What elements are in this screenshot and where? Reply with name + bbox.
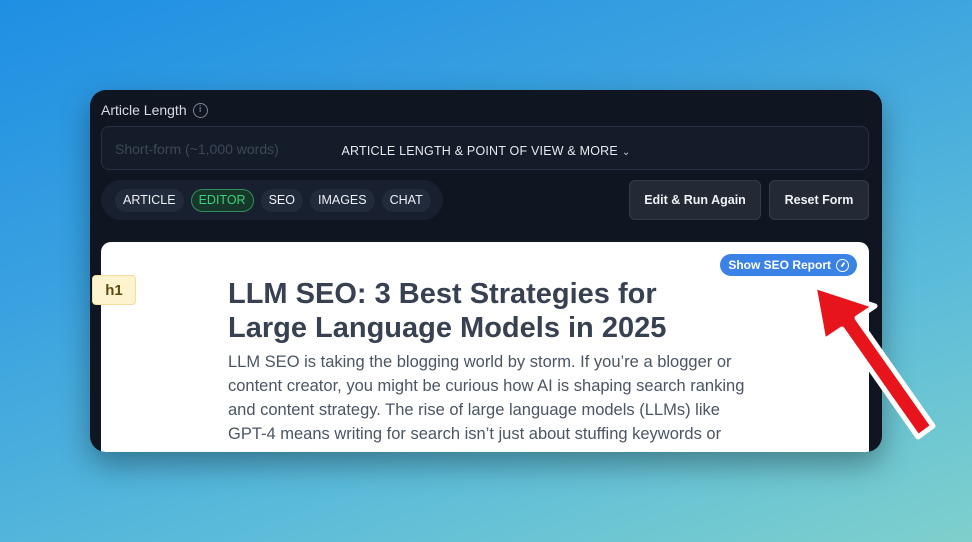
article-intro[interactable]: LLM SEO is taking the blogging world by … (228, 350, 748, 446)
editor-panel: Article Length i Short-form (~1,000 word… (90, 90, 882, 452)
annotation-arrow-icon (811, 283, 936, 440)
article-length-text: Article Length (101, 102, 187, 118)
gauge-icon (836, 258, 849, 272)
chevron-down-icon: ⌄ (621, 147, 631, 158)
reset-form-button[interactable]: Reset Form (769, 180, 869, 220)
tab-editor[interactable]: EDITOR (190, 188, 254, 212)
more-options-toggle[interactable]: ARTICLE LENGTH & POINT OF VIEW & MORE ⌄ (90, 144, 882, 158)
article-title[interactable]: LLM SEO: 3 Best Strategies for Large Lan… (228, 277, 728, 345)
tab-chat[interactable]: CHAT (381, 188, 431, 212)
tab-article[interactable]: ARTICLE (115, 188, 184, 212)
article-editor[interactable]: Show SEO Report LLM SEO: 3 Best Strategi… (101, 242, 869, 452)
edit-run-again-button[interactable]: Edit & Run Again (629, 180, 761, 220)
view-tabs: ARTICLE EDITOR SEO IMAGES CHAT (101, 180, 443, 220)
seo-report-label: Show SEO Report (728, 258, 831, 272)
tab-seo[interactable]: SEO (260, 188, 303, 212)
tab-images[interactable]: IMAGES (309, 188, 375, 212)
more-options-label: ARTICLE LENGTH & POINT OF VIEW & MORE (341, 144, 618, 158)
heading-tag-badge: h1 (92, 275, 136, 305)
show-seo-report-button[interactable]: Show SEO Report (720, 254, 857, 276)
article-length-label: Article Length i (101, 102, 208, 118)
info-icon[interactable]: i (192, 102, 208, 118)
